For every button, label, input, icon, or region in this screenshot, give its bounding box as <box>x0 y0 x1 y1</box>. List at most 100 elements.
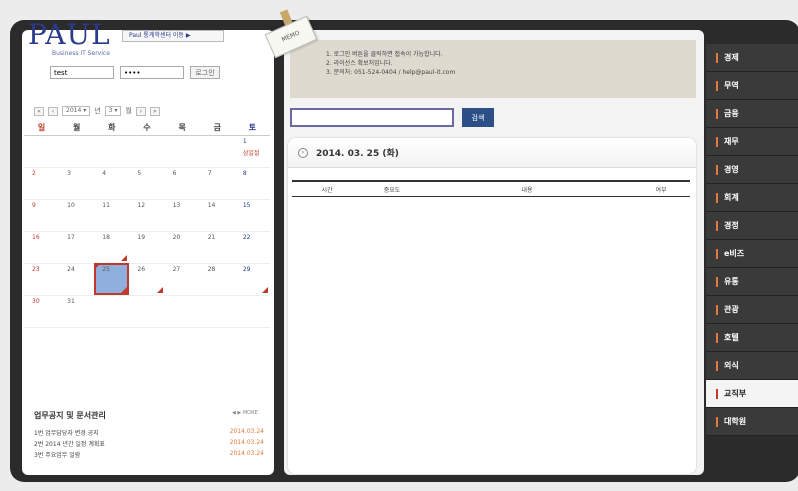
calendar-day[interactable]: 7 <box>199 167 235 200</box>
nav-item[interactable]: 유통 <box>706 268 798 296</box>
calendar-day[interactable]: 26 <box>129 263 165 296</box>
calendar-day[interactable]: 15 <box>234 199 270 232</box>
memo-line: 1. 로그인 버튼을 클릭하면 접속이 가능합니다. <box>326 51 443 58</box>
weekday-mon: 월 <box>59 120 95 136</box>
calendar-day[interactable]: 9 <box>24 199 60 232</box>
calendar-day[interactable]: 23 <box>24 263 60 296</box>
next-month-icon[interactable]: › <box>135 106 146 116</box>
prev-year-icon[interactable]: « <box>34 106 44 116</box>
col-status: 여부 <box>655 186 667 194</box>
year-select[interactable]: 2014 ▾ <box>62 106 91 116</box>
calendar-day[interactable]: 24 <box>59 263 95 296</box>
nav-item[interactable]: 경영 <box>706 156 798 184</box>
calendar-empty-cell <box>94 295 130 328</box>
notice-item[interactable]: 2번 2014 년간 일정 계획표 2014.03.24 <box>34 439 264 450</box>
nav-item[interactable]: 경정 <box>706 212 798 240</box>
calendar-day[interactable]: 16 <box>24 231 60 264</box>
year-value: 2014 <box>66 107 82 114</box>
calendar-empty-cell <box>59 135 95 168</box>
nav-item-label: 교직부 <box>724 389 747 398</box>
notice-text: 1번 업무담당자 변경 공지 <box>34 430 99 437</box>
weekday-sun: 일 <box>24 120 60 136</box>
nav-item[interactable]: 외식 <box>706 352 798 380</box>
notice-date: 2014.03.24 <box>229 439 264 446</box>
search-bar: 검색 <box>290 108 494 127</box>
month-select[interactable]: 3 ▾ <box>104 106 122 116</box>
search-button[interactable]: 검색 <box>462 108 494 127</box>
notice-title: 업무공지 및 문서관리 <box>34 411 106 420</box>
nav-item[interactable]: e비즈 <box>706 240 798 268</box>
calendar-week: 30 31 <box>24 295 270 328</box>
month-suffix: 월 <box>125 107 132 115</box>
calendar-day[interactable]: 3 <box>59 167 95 200</box>
top-link-button[interactable]: Paul 통계학센터 이동 ▶ <box>122 30 224 42</box>
col-importance: 중요도 <box>383 186 401 194</box>
calendar-day[interactable]: 10 <box>59 199 95 232</box>
nav-item[interactable]: 금융 <box>706 100 798 128</box>
calendar-day[interactable]: 25 <box>94 263 130 296</box>
calendar-day[interactable]: 1 삼일절 <box>234 135 270 168</box>
event-marker-icon <box>121 286 128 293</box>
calendar-day[interactable]: 8 <box>234 167 270 200</box>
notice-item[interactable]: 1번 업무담당자 변경 공지 2014.03.24 <box>34 428 264 439</box>
logo[interactable]: PAUL Business IT Service <box>28 18 111 57</box>
calendar-day[interactable]: 13 <box>164 199 200 232</box>
nav-item[interactable]: 호텔 <box>706 324 798 352</box>
calendar-day[interactable]: 21 <box>199 231 235 264</box>
calendar-week: 9 10 11 12 13 14 15 <box>24 199 270 232</box>
calendar-empty-cell <box>94 135 130 168</box>
nav-item[interactable]: 회계 <box>706 184 798 212</box>
event-marker-icon <box>156 286 163 293</box>
weekday-tue: 화 <box>94 120 130 136</box>
calendar-day[interactable]: 19 <box>129 231 165 264</box>
nav-item[interactable]: 무역 <box>706 72 798 100</box>
nav-item-label: 금융 <box>724 109 739 118</box>
calendar-day[interactable]: 20 <box>164 231 200 264</box>
calendar-day[interactable]: 14 <box>199 199 235 232</box>
calendar-day[interactable]: 2 <box>24 167 60 200</box>
weekday-sat: 토 <box>234 120 270 136</box>
calendar-day[interactable]: 5 <box>129 167 165 200</box>
notice-date: 2014.03.24 <box>229 450 264 457</box>
month-value: 3 <box>108 107 113 114</box>
calendar-day[interactable]: 28 <box>199 263 235 296</box>
login-button[interactable]: 로그인 <box>190 66 220 79</box>
weekday-fri: 금 <box>199 120 235 136</box>
nav-item-label: 회계 <box>724 193 739 202</box>
nav-item[interactable]: 관광 <box>706 296 798 324</box>
next-year-icon[interactable]: » <box>149 106 160 116</box>
holiday-label: 삼일절 <box>242 149 260 157</box>
calendar-day[interactable]: 12 <box>129 199 165 232</box>
nav-item[interactable]: 재무 <box>706 128 798 156</box>
id-field[interactable] <box>50 66 114 79</box>
nav-item[interactable]: 경제 <box>706 44 798 72</box>
calendar-day[interactable]: 11 <box>94 199 130 232</box>
calendar-day[interactable]: 6 <box>164 167 200 200</box>
calendar-day[interactable]: 29 <box>234 263 270 296</box>
password-field[interactable] <box>120 66 184 79</box>
nav-item-label: 경제 <box>724 53 739 62</box>
nav-item-label: 무역 <box>724 81 739 90</box>
notice-item[interactable]: 3번 주요업무 일람 2014.03.24 <box>34 450 264 461</box>
notice-date: 2014.03.24 <box>229 428 264 435</box>
col-time: 시간 <box>321 186 333 194</box>
calendar-empty-cell <box>164 295 200 328</box>
calendar-day[interactable]: 31 <box>59 295 95 328</box>
calendar-day[interactable]: 17 <box>59 231 95 264</box>
notice-more-link[interactable]: ◀ ▶ MORE <box>232 410 258 416</box>
search-input[interactable] <box>290 108 454 127</box>
calendar-day[interactable]: 30 <box>24 295 60 328</box>
calendar-day[interactable]: 18 <box>94 231 130 264</box>
calendar-day[interactable]: 22 <box>234 231 270 264</box>
prev-month-icon[interactable]: ‹ <box>48 106 58 116</box>
nav-item[interactable]: 교직부 <box>706 380 798 408</box>
calendar-week: 1 삼일절 <box>24 135 270 168</box>
nav-item[interactable]: 대학원 <box>706 408 798 436</box>
col-content: 내용 <box>521 186 533 194</box>
nav-item-label: 관광 <box>724 305 739 314</box>
calendar-day[interactable]: 27 <box>164 263 200 296</box>
calendar-week: 2345678 <box>24 167 270 200</box>
memo-line: 2. 라이선스 확보처입니다. <box>326 60 393 67</box>
calendar-day[interactable]: 4 <box>94 167 130 200</box>
calendar-empty-cell <box>24 135 60 168</box>
